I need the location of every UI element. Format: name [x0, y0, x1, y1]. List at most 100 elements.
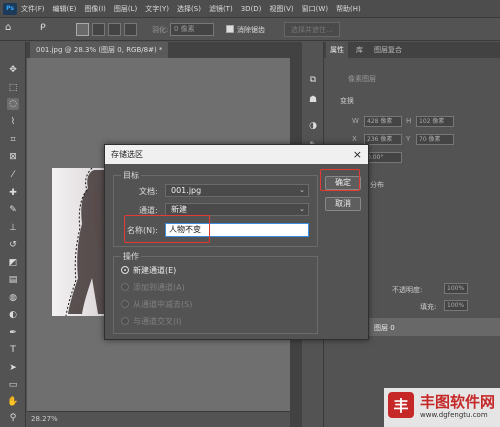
tab-properties[interactable]: 属性	[326, 42, 348, 58]
height-label: H	[406, 117, 412, 125]
quick-select-tool-icon[interactable]: ⌇	[7, 116, 19, 128]
x-input[interactable]: 236 像素	[364, 134, 402, 145]
target-group-title: 目标	[121, 170, 141, 181]
tab-libraries[interactable]: 库	[352, 42, 367, 58]
menu-3d[interactable]: 3D(D)	[241, 5, 262, 13]
radio-subtract-from-channel[interactable]	[121, 300, 129, 308]
menu-file[interactable]: 文件(F)	[21, 4, 45, 14]
menu-bar: Ps 文件(F) 编辑(E) 图像(I) 图层(L) 文字(Y) 选择(S) 滤…	[0, 0, 500, 18]
crop-tool-icon[interactable]: ⌗	[7, 134, 19, 146]
photo-image	[52, 168, 106, 316]
eraser-tool-icon[interactable]: ◩	[7, 257, 19, 269]
radio-add-to-channel-label: 添加到通道(A)	[133, 283, 185, 292]
radio-new-channel-label: 新建通道(E)	[133, 266, 177, 275]
name-field-highlight	[124, 215, 210, 243]
width-input[interactable]: 428 像素	[364, 116, 402, 127]
opacity-label: 不透明度:	[392, 286, 423, 294]
history-brush-icon[interactable]: ↺	[7, 239, 19, 251]
color-panel-icon[interactable]: ☗	[307, 94, 319, 106]
add-selection-button[interactable]	[92, 23, 105, 36]
zoom-tool-icon[interactable]: ⚲	[7, 412, 19, 424]
antialias-checkbox[interactable]	[226, 25, 234, 33]
fill-label: 填充:	[420, 303, 437, 311]
dodge-tool-icon[interactable]: ◐	[7, 309, 19, 321]
menu-filter[interactable]: 滤镜(T)	[209, 4, 233, 14]
radio-subtract-label: 从通道中减去(S)	[133, 300, 193, 309]
close-icon[interactable]: ×	[353, 145, 362, 164]
transform-label: 变换	[340, 97, 354, 105]
radio-new-channel[interactable]	[121, 266, 129, 274]
pen-tool-icon[interactable]: ✒	[7, 327, 19, 339]
document-label: 文档:	[139, 187, 158, 196]
menu-view[interactable]: 视图(V)	[269, 4, 293, 14]
rectangle-tool-icon[interactable]: ▭	[7, 379, 19, 391]
photoshop-logo: Ps	[3, 2, 17, 15]
options-bar: ⌂ ᑭ 羽化: 0 像素 消除锯齿 选择并遮住...	[0, 19, 500, 41]
angle-input[interactable]: 0.00°	[364, 152, 402, 163]
height-input[interactable]: 102 像素	[416, 116, 454, 127]
feather-input[interactable]: 0 像素	[170, 23, 214, 36]
adjustments-panel-icon[interactable]: ◑	[307, 120, 319, 132]
ok-button-highlight	[320, 169, 360, 191]
hand-tool-icon[interactable]: ✋	[7, 396, 19, 408]
blur-tool-icon[interactable]: ◍	[7, 292, 19, 304]
chevron-down-icon: ⌄	[299, 205, 305, 213]
marquee-tool-icon[interactable]: ⬚	[7, 82, 19, 94]
y-label: Y	[406, 135, 411, 143]
move-tool-icon[interactable]: ✥	[7, 64, 19, 76]
layer-name: 图层 0	[374, 324, 395, 332]
layer-row[interactable]: 图层 0	[360, 318, 500, 336]
menu-layer[interactable]: 图层(L)	[114, 4, 137, 14]
antialias-label: 消除锯齿	[237, 26, 265, 34]
stamp-tool-icon[interactable]: ⊥	[7, 222, 19, 234]
feather-label: 羽化:	[152, 26, 169, 34]
radio-intersect-label: 与通道交叉(I)	[133, 317, 182, 326]
opacity-input[interactable]: 100%	[444, 283, 468, 294]
dialog-title: 存储选区	[105, 145, 368, 164]
menu-select[interactable]: 选择(S)	[177, 4, 201, 14]
y-input[interactable]: 70 像素	[416, 134, 454, 145]
menu-edit[interactable]: 编辑(E)	[53, 4, 77, 14]
brush-tool-icon[interactable]: ✎	[7, 204, 19, 216]
watermark-url: www.dgfengtu.com	[420, 411, 488, 419]
menu-help[interactable]: 帮助(H)	[336, 4, 361, 14]
cancel-button[interactable]: 取消	[325, 197, 361, 211]
intersect-selection-button[interactable]	[124, 23, 137, 36]
width-label: W	[352, 117, 359, 125]
document-tab[interactable]: 001.jpg @ 28.3% (图层 0, RGB/8#) *	[30, 42, 169, 58]
subtract-selection-button[interactable]	[108, 23, 121, 36]
healing-tool-icon[interactable]: ✚	[7, 187, 19, 199]
watermark: 丰 丰图软件网 www.dgfengtu.com	[384, 388, 500, 427]
radio-intersect-channel[interactable]	[121, 317, 129, 325]
chevron-down-icon: ⌄	[299, 186, 305, 194]
type-tool-icon[interactable]: T	[7, 344, 19, 356]
history-panel-icon[interactable]: ⧉	[307, 74, 319, 86]
menu-window[interactable]: 窗口(W)	[302, 4, 328, 14]
zoom-level[interactable]: 28.27%	[31, 415, 58, 423]
menu-image[interactable]: 图像(I)	[84, 4, 106, 14]
eyedropper-tool-icon[interactable]: ⁄	[7, 169, 19, 181]
figure-silhouette	[65, 168, 106, 316]
tab-layer-comps[interactable]: 图层复合	[370, 42, 406, 58]
menu-type[interactable]: 文字(Y)	[145, 4, 169, 14]
document-select-value: 001.jpg	[171, 186, 202, 195]
lasso-tool-icon[interactable]: ◌	[7, 98, 19, 110]
x-label: X	[352, 135, 357, 143]
path-select-tool-icon[interactable]: ➤	[7, 362, 19, 374]
lasso-tool-icon[interactable]: ᑭ	[40, 23, 53, 36]
select-and-mask-button[interactable]: 选择并遮住...	[284, 22, 340, 37]
operation-group-title: 操作	[121, 251, 141, 262]
channel-select-value: 新建	[171, 205, 187, 214]
status-bar: 28.27%	[27, 411, 290, 427]
watermark-logo: 丰	[388, 392, 414, 418]
frame-tool-icon[interactable]: ⊠	[7, 151, 19, 163]
new-selection-button[interactable]	[76, 23, 89, 36]
fill-input[interactable]: 100%	[444, 300, 468, 311]
home-icon[interactable]: ⌂	[5, 22, 18, 35]
pixel-layer-label: 像素图层	[348, 75, 376, 83]
align-label: 分布	[370, 181, 384, 189]
document-select[interactable]: 001.jpg ⌄	[165, 184, 309, 197]
radio-add-to-channel[interactable]	[121, 283, 129, 291]
tools-panel: ✥ ⬚ ◌ ⌇ ⌗ ⊠ ⁄ ✚ ✎ ⊥ ↺ ◩ ▤ ◍ ◐ ✒ T ➤ ▭ ✋ …	[0, 42, 26, 427]
gradient-tool-icon[interactable]: ▤	[7, 274, 19, 286]
